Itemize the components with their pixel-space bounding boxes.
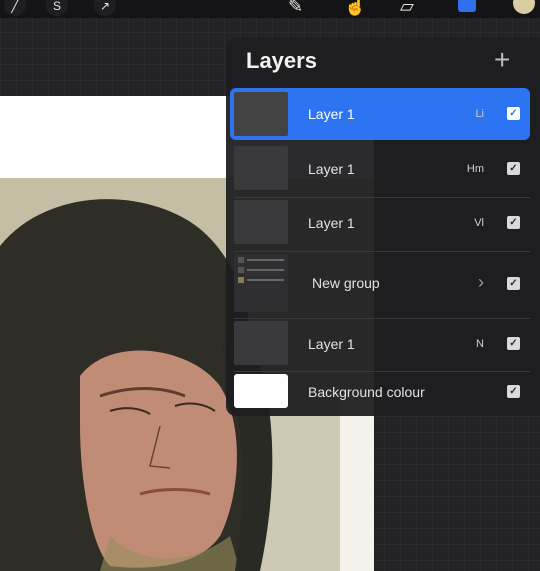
chevron-right-icon[interactable]: › [478,272,484,293]
layer-thumbnail [234,92,288,136]
smudge-icon[interactable]: ☝ [344,0,366,16]
layers-icon[interactable] [458,0,476,12]
layers-panel: Layers + Layer 1 Li ✓ Layer 1 Hm ✓ Layer… [226,38,540,416]
layer-thumbnail [234,146,288,190]
brush-icon[interactable]: ✎ [288,0,303,16]
add-layer-button[interactable]: + [494,46,510,74]
layer-thumbnail [234,200,288,244]
visibility-checkbox[interactable]: ✓ [507,277,520,290]
eraser-icon[interactable]: ▱ [400,0,414,16]
layer-name: Layer 1 [308,161,355,177]
top-toolbar: ╱ S ↗ ✎ ☝ ▱ [0,0,540,18]
visibility-checkbox[interactable]: ✓ [507,162,520,175]
blend-mode-label[interactable]: Hm [467,163,484,175]
layer-name: Layer 1 [308,215,355,231]
layer-name: Layer 1 [308,106,355,122]
background-swatch[interactable] [234,374,288,408]
panel-title: Layers [246,48,317,73]
layer-thumbnail [234,321,288,365]
selection-icon[interactable]: S [46,0,68,16]
visibility-checkbox[interactable]: ✓ [507,107,520,120]
color-icon[interactable] [513,0,535,14]
blend-mode-label[interactable]: Li [475,108,484,120]
layer-row[interactable]: Layer 1 N ✓ [230,319,530,371]
layer-row[interactable]: Layer 1 Hm ✓ [230,144,530,196]
layer-name: Layer 1 [308,336,355,352]
blend-mode-label[interactable]: Vl [474,217,484,229]
group-thumbnail [234,254,288,312]
background-colour-row[interactable]: Background colour ✓ [230,372,530,412]
transform-icon[interactable]: ↗ [94,0,116,16]
layer-row[interactable]: Layer 1 Vl ✓ [230,198,530,250]
visibility-checkbox[interactable]: ✓ [507,385,520,398]
blend-mode-label[interactable]: N [476,338,484,350]
visibility-checkbox[interactable]: ✓ [507,337,520,350]
group-name: New group [312,275,380,291]
group-row[interactable]: New group › ✓ [230,252,530,316]
layer-row[interactable]: Layer 1 Li ✓ [230,88,530,140]
visibility-checkbox[interactable]: ✓ [507,216,520,229]
layer-name: Background colour [308,384,425,400]
modify-icon[interactable]: ╱ [4,0,26,16]
